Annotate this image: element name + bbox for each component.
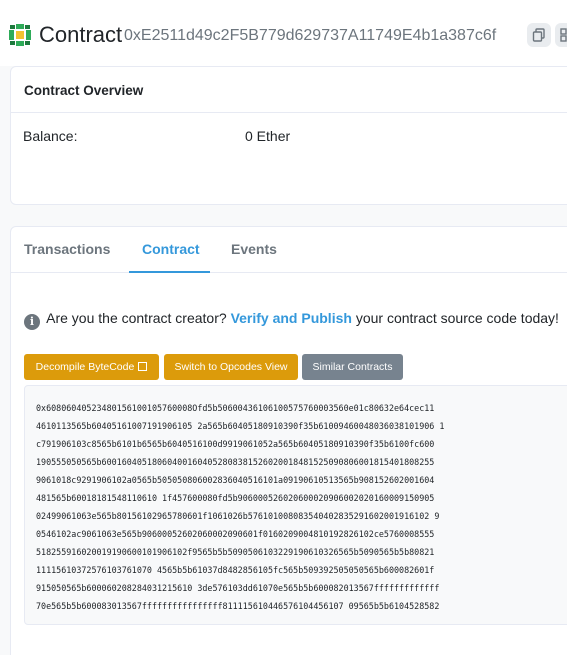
similar-contracts-button[interactable]: Similar Contracts [302, 354, 403, 380]
tab-contract[interactable]: Contract [142, 241, 200, 257]
copy-address-button[interactable] [527, 23, 551, 47]
bytecode-line: 11115610372576103761070 4565b5b61037d848… [36, 565, 435, 575]
decompile-bytecode-label: Decompile ByteCode [35, 361, 135, 373]
page-title: Contract [39, 22, 123, 47]
contract-identicon-icon [9, 24, 31, 46]
notice-prefix: Are you the contract creator? [46, 310, 227, 326]
verify-notice: i Are you the contract creator? Verify a… [24, 310, 559, 330]
contract-details-card: Transactions Contract Events i Are you t… [10, 226, 567, 655]
tab-transactions[interactable]: Transactions [24, 241, 110, 257]
bytecode-line: c791906103c8565b6101b6565b6040516100d991… [36, 439, 435, 449]
external-link-icon [138, 362, 148, 371]
overview-title: Contract Overview [11, 67, 567, 113]
switch-opcodes-button[interactable]: Switch to Opcodes View [164, 354, 298, 380]
balance-value: 0 Ether [245, 128, 291, 144]
balance-label: Balance: [23, 128, 78, 144]
tab-bar: Transactions Contract Events [11, 227, 567, 273]
bytecode-line: 70e565b5b600083013567ffffffffffffffff811… [36, 601, 440, 611]
bytecode-line: 915050565b600060208284031215610 3de57610… [36, 583, 440, 593]
info-icon: i [24, 314, 40, 330]
page-header: Contract 0xE2511d49c2F5B779d629737A11749… [0, 0, 567, 66]
bytecode-line: 190555050565b600160405180604001604052808… [36, 457, 435, 467]
bytecode-line: 0x60806040523480156100105760008Ofd5b5060… [36, 403, 435, 413]
bytecode-box[interactable]: 0x60806040523480156100105760008Ofd5b5060… [24, 385, 567, 625]
bytecode-line: 518255916020019190600101906102f9565b5b50… [36, 547, 435, 557]
bytecode-line: 02499061063e565b80156102965780601f106102… [36, 511, 440, 521]
notice-suffix: your contract source code today! [355, 310, 559, 326]
qr-code-button[interactable] [555, 23, 567, 47]
contract-overview-card: Contract Overview Balance: 0 Ether [10, 66, 567, 205]
bytecode-line: 0546102ac9061063e565b9060005260206000209… [36, 529, 435, 539]
switch-opcodes-label: Switch to Opcodes View [174, 361, 288, 373]
bytecode-line: 9061018c9291906102a0565b5050508060028360… [36, 475, 435, 485]
active-tab-indicator [129, 271, 210, 273]
verify-and-publish-link[interactable]: Verify and Publish [231, 310, 352, 326]
copy-icon [532, 28, 545, 42]
bytecode-line: 481565b60018181548110610 1f457600080fd5b… [36, 493, 435, 503]
bytecode-line: 4610113565b60405161007191906105 2a565b60… [36, 421, 445, 431]
contract-address: 0xE2511d49c2F5B779d629737A11749E4b1a387c… [124, 27, 497, 44]
tab-events[interactable]: Events [231, 241, 277, 257]
similar-contracts-label: Similar Contracts [312, 361, 393, 373]
qr-code-icon [560, 28, 567, 42]
decompile-bytecode-button[interactable]: Decompile ByteCode [24, 354, 159, 380]
